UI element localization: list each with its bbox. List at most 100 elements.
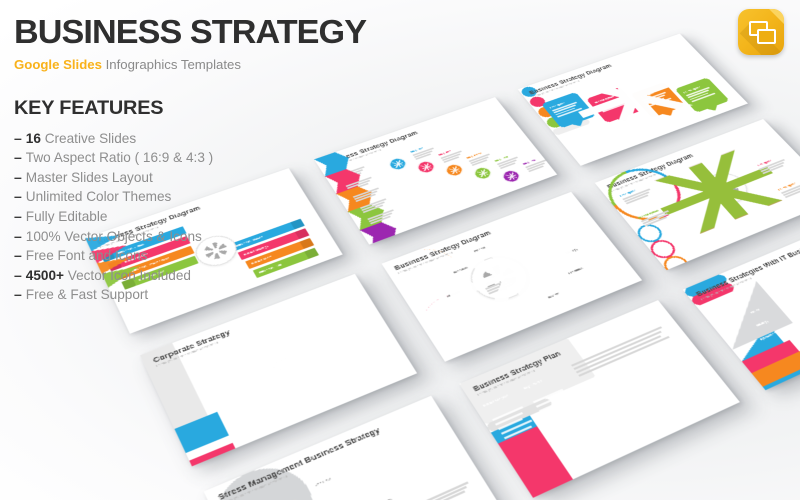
feature-list: –16 Creative Slides – Two Aspect Ratio ( 1… [14,129,314,305]
node-glyph [504,171,518,181]
text-line [647,405,672,418]
text-line [644,399,671,413]
text-line [602,413,630,427]
text-line [570,326,662,367]
slide-thumbnail-chevron-process-diagram[interactable]: Business Strategy Diagram Lorem ipsum dol… [314,97,558,245]
text-line [210,385,236,397]
text-line [608,421,639,437]
feature-dash: – [14,188,22,205]
pyramid-tier [732,331,784,361]
text-line [282,324,310,336]
feature-dash: – [14,149,22,166]
cell-glyph [192,306,365,427]
text-line [488,283,514,295]
cell-glyph [192,306,365,427]
chevron-node-icon [386,156,410,172]
subtitle-rest: Infographics Templates [101,56,241,72]
ring-segment [411,285,506,359]
slide-thumbnail-business-strategy-plan[interactable]: Business Strategy Plan Lorem ipsum dolor … [459,300,740,498]
matrix-row-label: Functional Strategy [218,395,255,413]
text-line [222,409,248,422]
text-line [650,407,681,422]
feature-item: –100% Vector Objects & Icons [14,227,314,247]
node-glyph [448,165,461,175]
text-line [311,379,333,389]
text-line [211,389,234,400]
feature-item: –16 Creative Slides [14,129,314,149]
text-line [253,368,279,379]
icon-fold [769,9,784,24]
cell-glyph [192,306,365,427]
feature-label: Fully Editable [25,209,108,225]
pyramid-tier-label: Operations [759,331,778,342]
cell-glyph [192,306,365,427]
text-line [486,280,515,292]
feature-label: Free & Fast Support [25,287,149,303]
cell-glyph [192,306,365,427]
poster-canvas: BUSINESS STRATEGY Google Slides Infograp… [0,0,800,500]
cell-glyph [192,306,365,427]
feature-label: 16 Creative Slides [25,130,137,146]
feature-label: Unlimited Color Themes [25,189,172,205]
node-glyph [430,221,593,327]
text-line [239,340,268,353]
text-line [605,419,630,432]
feature-dash: – [14,208,22,225]
feature-dash: – [14,168,22,185]
subtitle-brand: Google Slides [14,56,102,72]
google-slides-icon [738,9,784,55]
text-line [283,328,308,339]
cell-glyph [192,306,365,427]
node-glyph [561,56,705,139]
node-glyph [476,168,489,178]
text-line [198,361,223,372]
feature-dash: – [14,286,22,303]
key-features-heading: KEY FEATURES [14,96,164,119]
feature-item: – Master Slides Layout [14,168,314,188]
page-title: BUSINESS STRATEGY [14,14,367,51]
text-line [298,355,319,365]
text-line [598,407,630,423]
cell-glyph [192,306,365,427]
chevron-node-icon [414,159,438,176]
feature-item: –4500+ Vector Icon Included [14,266,314,286]
text-line [196,357,225,369]
left-text-panel: BUSINESS STRATEGY Google Slides Infograp… [14,16,367,305]
text-line [241,344,266,355]
text-line [296,351,321,362]
feature-item: – Two Aspect Ratio ( 16:9 & 4:3 ) [14,148,314,168]
feature-item: – Unlimited Color Themes [14,187,314,207]
text-line [242,348,264,358]
feature-label: Free Font and Icons [25,248,148,264]
feature-dash: – [14,247,22,264]
feature-dash: – [14,129,22,146]
pyramid-tier [751,349,800,387]
chevron-node-icon [499,168,523,185]
plan-cell-label: Action Plan [627,380,648,393]
text-line [268,396,290,407]
text-line [485,276,516,290]
matrix-row-label: Business Strategy [194,349,226,364]
text-line [208,380,238,394]
page-subtitle: Google Slides Infographics Templates [14,56,314,72]
donut-outer-ring [203,454,328,500]
text-line [310,374,335,386]
text-line [224,414,246,425]
feature-dash: – [14,266,22,283]
pyramid-detail-panel [762,345,800,391]
donut-outer-label: Job Role [314,476,332,488]
cell-glyph [192,306,365,427]
text-line [199,365,221,375]
feature-item: – Fully Editable [14,207,314,227]
text-line [255,372,277,382]
text-line [266,392,292,404]
plan-cell-label: Business Goals [588,395,615,410]
hub-node-icon [641,145,794,271]
slide-title: Business Strategies With IT Business [694,240,800,299]
donut-callout-label: Control [421,484,437,495]
feature-item: – Free Font and Icons [14,246,314,266]
feature-label: 100% Vector Objects & Icons [25,228,202,244]
feature-label: Master Slides Layout [25,169,153,185]
node-glyph [391,159,404,169]
chevron-node-icon [442,162,466,179]
